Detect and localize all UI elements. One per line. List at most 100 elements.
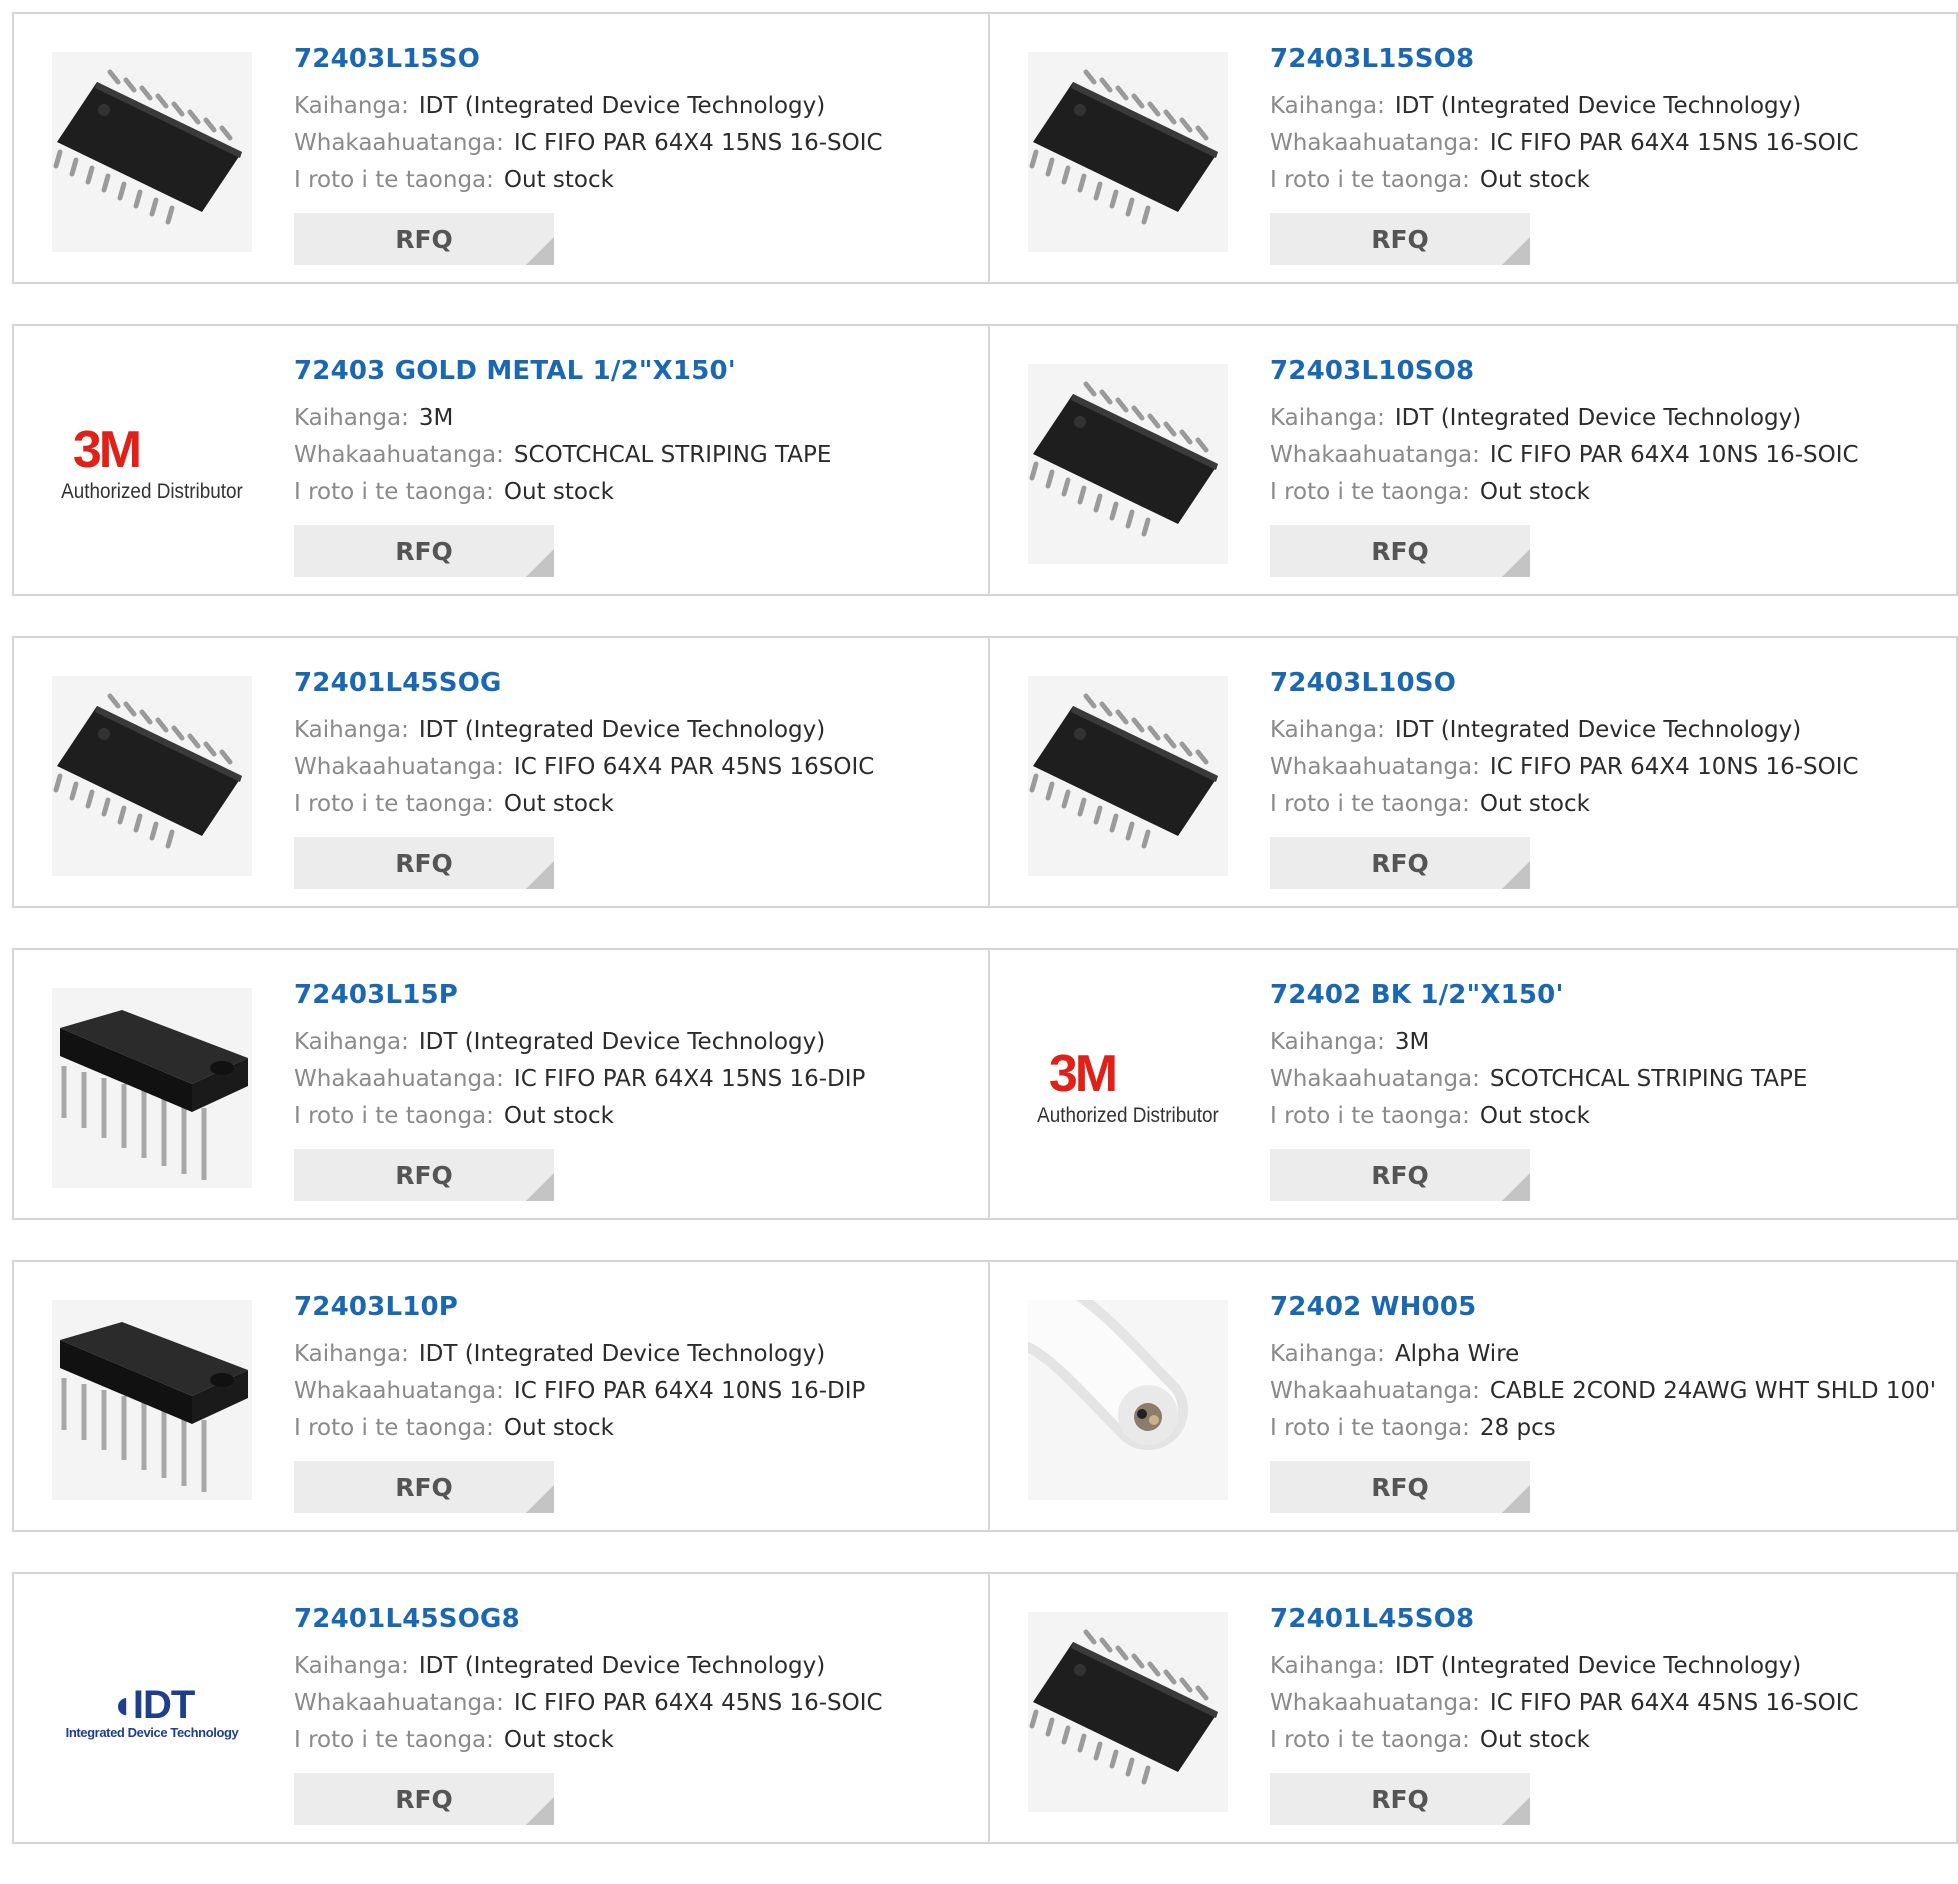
manufacturer-row: Kaihanga: 3M — [294, 400, 831, 437]
description-label: Whakaahuatanga: — [294, 1066, 504, 1092]
manufacturer-label: Kaihanga: — [294, 1029, 409, 1055]
description-row: Whakaahuatanga: IC FIFO PAR 64X4 10NS 16-… — [1270, 437, 1859, 474]
description-value: IC FIFO PAR 64X4 45NS 16-SOIC — [1489, 1690, 1859, 1716]
manufacturer-label: Kaihanga: — [1270, 1653, 1385, 1679]
product-image[interactable] — [1028, 52, 1228, 252]
description-value: IC FIFO PAR 64X4 15NS 16-SOIC — [513, 130, 883, 156]
rfq-button[interactable]: RFQ — [1270, 1773, 1530, 1825]
product-title-link[interactable]: 72401L45SO8 — [1270, 1604, 1859, 1634]
product-image[interactable] — [52, 1300, 252, 1500]
3m-logo-icon: 3M Authorized Distributor — [51, 424, 253, 504]
manufacturer-label: Kaihanga: — [1270, 717, 1385, 743]
manufacturer-value: IDT (Integrated Device Technology) — [1394, 1653, 1802, 1679]
stock-label: I roto i te taonga: — [1270, 1415, 1470, 1441]
rfq-button[interactable]: RFQ — [294, 1773, 554, 1825]
rfq-button[interactable]: RFQ — [1270, 213, 1530, 265]
product-row: ◖IDT Integrated Device Technology 72401L4… — [12, 1572, 1958, 1844]
manufacturer-value: 3M — [418, 405, 454, 431]
product-image[interactable] — [1028, 1612, 1228, 1812]
3m-tagline: Authorized Distributor — [61, 480, 243, 503]
description-label: Whakaahuatanga: — [1270, 1378, 1480, 1404]
corner-triangle-icon — [1502, 1797, 1530, 1825]
product-card: 72401L45SO8 Kaihanga: IDT (Integrated Dev… — [990, 1572, 1958, 1844]
product-row: 72401L45SOG Kaihanga: IDT (Integrated Dev… — [12, 636, 1958, 908]
product-image[interactable]: 3M Authorized Distributor — [52, 364, 252, 564]
product-image[interactable] — [52, 676, 252, 876]
white-cable-icon — [1028, 1300, 1228, 1500]
product-image[interactable] — [1028, 1300, 1228, 1500]
description-row: Whakaahuatanga: SCOTCHCAL STRIPING TAPE — [294, 437, 831, 474]
stock-value: Out stock — [503, 167, 614, 193]
rfq-label: RFQ — [395, 1160, 453, 1190]
manufacturer-label: Kaihanga: — [294, 1653, 409, 1679]
stock-label: I roto i te taonga: — [294, 167, 494, 193]
manufacturer-value: Alpha Wire — [1394, 1341, 1520, 1367]
product-image[interactable]: ◖IDT Integrated Device Technology — [52, 1612, 252, 1812]
product-row: 72403L15P Kaihanga: IDT (Integrated Devic… — [12, 948, 1958, 1220]
product-title-link[interactable]: 72401L45SOG8 — [294, 1604, 883, 1634]
description-row: Whakaahuatanga: SCOTCHCAL STRIPING TAPE — [1270, 1061, 1807, 1098]
product-info: 72403 GOLD METAL 1/2"X150' Kaihanga: 3M W… — [294, 356, 831, 577]
stock-label: I roto i te taonga: — [1270, 479, 1470, 505]
description-value: IC FIFO PAR 64X4 15NS 16-SOIC — [1489, 130, 1859, 156]
product-title-link[interactable]: 72403L10SO8 — [1270, 356, 1859, 386]
rfq-button[interactable]: RFQ — [294, 837, 554, 889]
product-info: 72402 WH005 Kaihanga: Alpha Wire Whakaahu… — [1270, 1292, 1936, 1513]
rfq-button[interactable]: RFQ — [1270, 1461, 1530, 1513]
idt-logo-icon: ◖IDT Integrated Device Technology — [66, 1685, 239, 1740]
corner-triangle-icon — [526, 1485, 554, 1513]
product-title-link[interactable]: 72402 WH005 — [1270, 1292, 1936, 1322]
product-title-link[interactable]: 72403 GOLD METAL 1/2"X150' — [294, 356, 831, 386]
product-card: 72401L45SOG Kaihanga: IDT (Integrated Dev… — [12, 636, 990, 908]
description-row: Whakaahuatanga: IC FIFO PAR 64X4 15NS 16-… — [294, 1061, 865, 1098]
soic-chip-icon — [1028, 1612, 1228, 1812]
rfq-button[interactable]: RFQ — [1270, 837, 1530, 889]
stock-row: I roto i te taonga: Out stock — [1270, 474, 1859, 511]
product-info: 72401L45SOG Kaihanga: IDT (Integrated Dev… — [294, 668, 874, 889]
product-title-link[interactable]: 72403L10P — [294, 1292, 865, 1322]
product-title-link[interactable]: 72403L15SO — [294, 44, 883, 74]
rfq-label: RFQ — [395, 848, 453, 878]
description-value: IC FIFO PAR 64X4 45NS 16-SOIC — [513, 1690, 883, 1716]
idt-tagline: Integrated Device Technology — [65, 1724, 239, 1740]
product-card: 72403L10SO8 Kaihanga: IDT (Integrated Dev… — [990, 324, 1958, 596]
description-value: SCOTCHCAL STRIPING TAPE — [1489, 1066, 1808, 1092]
product-title-link[interactable]: 72402 BK 1/2"X150' — [1270, 980, 1807, 1010]
description-label: Whakaahuatanga: — [294, 130, 504, 156]
product-title-link[interactable]: 72403L10SO — [1270, 668, 1859, 698]
product-info: 72401L45SO8 Kaihanga: IDT (Integrated Dev… — [1270, 1604, 1859, 1825]
rfq-button[interactable]: RFQ — [294, 1149, 554, 1201]
rfq-button[interactable]: RFQ — [1270, 1149, 1530, 1201]
rfq-button[interactable]: RFQ — [1270, 525, 1530, 577]
product-image[interactable]: 3M Authorized Distributor — [1028, 988, 1228, 1188]
description-value: IC FIFO 64X4 PAR 45NS 16SOIC — [513, 754, 875, 780]
stock-row: I roto i te taonga: Out stock — [294, 474, 831, 511]
product-row: 72403L15SO Kaihanga: IDT (Integrated Devi… — [12, 12, 1958, 284]
product-image[interactable] — [1028, 364, 1228, 564]
rfq-label: RFQ — [395, 536, 453, 566]
description-label: Whakaahuatanga: — [1270, 1690, 1480, 1716]
manufacturer-row: Kaihanga: IDT (Integrated Device Technolo… — [294, 1648, 883, 1685]
rfq-button[interactable]: RFQ — [294, 1461, 554, 1513]
stock-value: Out stock — [503, 479, 614, 505]
product-info: 72402 BK 1/2"X150' Kaihanga: 3M Whakaahua… — [1270, 980, 1807, 1201]
manufacturer-value: IDT (Integrated Device Technology) — [418, 1029, 826, 1055]
product-title-link[interactable]: 72401L45SOG — [294, 668, 874, 698]
soic-chip-icon — [52, 676, 252, 876]
stock-row: I roto i te taonga: Out stock — [1270, 162, 1859, 199]
manufacturer-row: Kaihanga: Alpha Wire — [1270, 1336, 1936, 1373]
soic-chip-icon — [52, 52, 252, 252]
rfq-button[interactable]: RFQ — [294, 213, 554, 265]
rfq-button[interactable]: RFQ — [294, 525, 554, 577]
product-image[interactable] — [1028, 676, 1228, 876]
manufacturer-label: Kaihanga: — [294, 405, 409, 431]
product-title-link[interactable]: 72403L15SO8 — [1270, 44, 1859, 74]
dip-chip-icon — [52, 1300, 252, 1500]
corner-triangle-icon — [1502, 1173, 1530, 1201]
product-info: 72403L10P Kaihanga: IDT (Integrated Devic… — [294, 1292, 865, 1513]
product-image[interactable] — [52, 52, 252, 252]
product-image[interactable] — [52, 988, 252, 1188]
product-title-link[interactable]: 72403L15P — [294, 980, 865, 1010]
manufacturer-value: IDT (Integrated Device Technology) — [1394, 93, 1802, 119]
manufacturer-label: Kaihanga: — [1270, 1029, 1385, 1055]
